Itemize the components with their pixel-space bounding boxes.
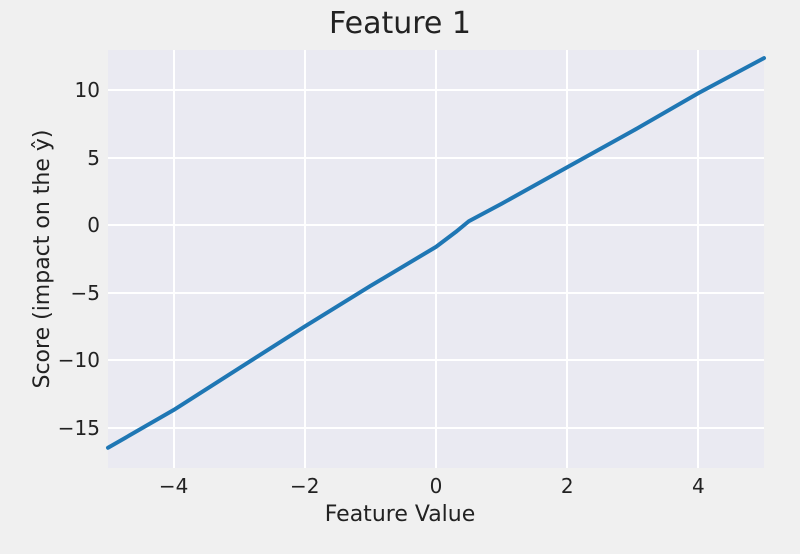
plot-area: [108, 50, 764, 468]
chart-title: Feature 1: [0, 6, 800, 41]
chart-canvas: Feature 1 Feature Value Score (impact on…: [0, 0, 800, 554]
data-series-line: [108, 58, 764, 448]
y-tick-label: −10: [58, 348, 100, 372]
x-tick-label: −2: [285, 474, 325, 498]
y-tick-label: 0: [87, 213, 100, 237]
y-tick-label: 10: [75, 78, 100, 102]
y-tick-label: −5: [71, 281, 100, 305]
line-svg: [108, 50, 764, 468]
x-tick-label: 4: [678, 474, 718, 498]
y-tick-label: −15: [58, 416, 100, 440]
x-tick-label: −4: [154, 474, 194, 498]
x-tick-label: 2: [547, 474, 587, 498]
x-axis-label: Feature Value: [0, 502, 800, 527]
y-tick-label: 5: [87, 146, 100, 170]
x-tick-label: 0: [416, 474, 456, 498]
y-axis-label: Score (impact on the ŷ): [30, 110, 55, 408]
